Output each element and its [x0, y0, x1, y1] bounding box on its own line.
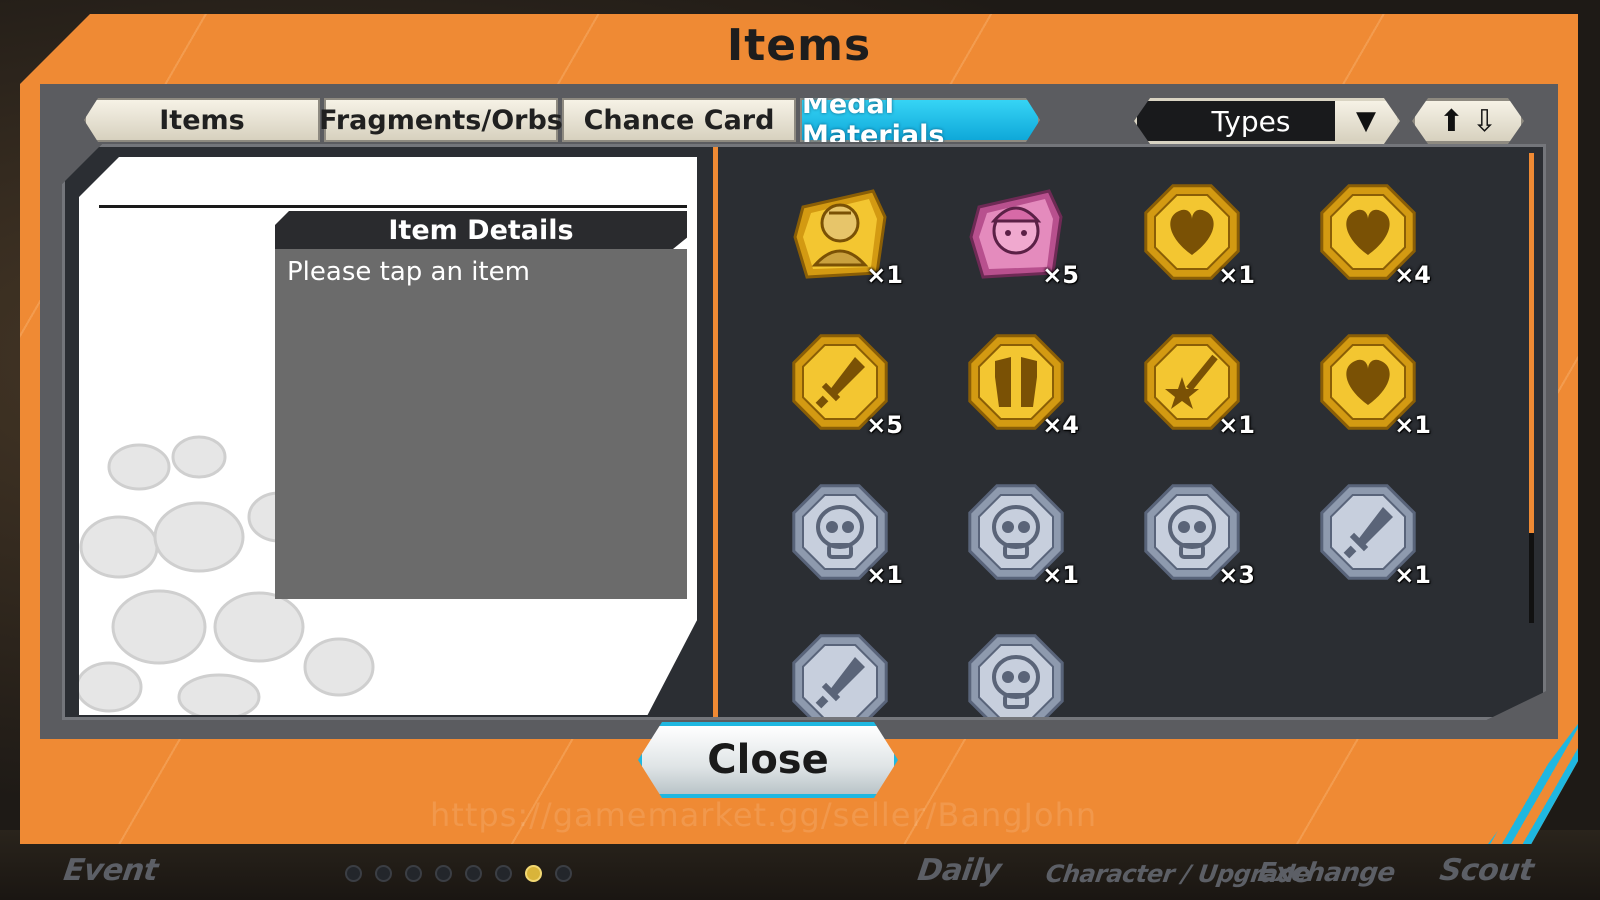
nav-daily[interactable]: Daily — [916, 853, 1004, 888]
medal-material-item[interactable] — [785, 627, 895, 717]
item-count: ×3 — [1218, 561, 1255, 589]
types-filter-dropdown[interactable]: Types ▼ — [1134, 98, 1400, 144]
medal-material-item[interactable]: ×1 — [961, 477, 1079, 589]
page-dot — [375, 865, 392, 882]
item-count: ×4 — [1042, 411, 1079, 439]
medal-material-item[interactable]: ×4 — [1313, 177, 1431, 289]
item-count: ×4 — [1394, 261, 1431, 289]
chevron-down-icon: ▼ — [1335, 101, 1397, 141]
item-details-body: Please tap an item — [275, 249, 687, 599]
detail-divider — [99, 205, 687, 208]
nav-event[interactable]: Event — [62, 853, 161, 888]
item-count: ×5 — [1042, 261, 1079, 289]
content-panel: Item Details Please tap an item ×1 ×5 ×1… — [62, 144, 1546, 720]
arrow-down-icon: ⇩ — [1472, 103, 1498, 139]
tab-chance-card[interactable]: Chance Card — [562, 98, 796, 142]
page-dot — [435, 865, 452, 882]
skull-medal-icon — [968, 634, 1064, 717]
medal-material-item[interactable]: ×1 — [1313, 477, 1431, 589]
item-count: ×5 — [866, 411, 903, 439]
tab-items[interactable]: Items — [84, 98, 320, 142]
medal-material-item[interactable]: ×1 — [1313, 327, 1431, 439]
arrow-up-icon: ⬆ — [1438, 103, 1464, 139]
page-indicator — [345, 865, 572, 882]
panel-divider — [713, 147, 718, 717]
item-count: ×1 — [1042, 561, 1079, 589]
page-dot — [345, 865, 362, 882]
medal-material-item[interactable]: ×3 — [1137, 477, 1255, 589]
page-dot — [405, 865, 422, 882]
item-count: ×1 — [866, 261, 903, 289]
item-count: ×1 — [1394, 411, 1431, 439]
item-details-hint: Please tap an item — [287, 257, 530, 287]
nav-scout[interactable]: Scout — [1438, 853, 1536, 888]
medal-material-item[interactable]: ×1 — [1137, 177, 1255, 289]
sword-medal-icon — [792, 634, 888, 717]
close-button[interactable]: Close — [638, 722, 898, 798]
dialog-title: Items — [726, 20, 872, 71]
item-detail-card: Item Details Please tap an item — [79, 157, 697, 715]
page-dot-active — [525, 865, 542, 882]
sort-order-button[interactable]: ⬆ ⇩ — [1412, 98, 1524, 144]
scroll-thumb[interactable] — [1529, 153, 1534, 533]
watermark-text: https://gamemarket.gg/seller/BangJohn — [430, 796, 1098, 834]
item-count: ×1 — [866, 561, 903, 589]
dialog-body: Items Fragments/Orbs Chance Card Medal M… — [40, 84, 1558, 739]
page-dot — [555, 865, 572, 882]
item-count: ×1 — [1218, 261, 1255, 289]
medal-material-item[interactable]: ×1 — [785, 477, 903, 589]
grid-scrollbar[interactable] — [1529, 153, 1534, 623]
item-count: ×1 — [1394, 561, 1431, 589]
tab-fragments-orbs[interactable]: Fragments/Orbs — [319, 98, 563, 142]
medal-material-item[interactable]: ×5 — [785, 327, 903, 439]
items-dialog: Items Items Fragments/Orbs Chance Card M… — [20, 14, 1578, 844]
nav-exchange[interactable]: Exchange — [1256, 858, 1397, 888]
page-dot — [465, 865, 482, 882]
medal-material-grid: ×1 ×5 ×1 ×4 ×5 ×4 ×1 ×1 ×1 ×1 ×3 ×1 — [785, 177, 1505, 717]
item-count: ×1 — [1218, 411, 1255, 439]
page-dot — [495, 865, 512, 882]
medal-material-item[interactable]: ×5 — [961, 177, 1079, 289]
medal-material-item[interactable] — [961, 627, 1071, 717]
medal-material-item[interactable]: ×1 — [1137, 327, 1255, 439]
tab-bar: Items Fragments/Orbs Chance Card Medal M… — [84, 98, 1040, 142]
medal-material-item[interactable]: ×4 — [961, 327, 1079, 439]
item-details-header: Item Details — [275, 211, 687, 249]
tab-medal-materials[interactable]: Medal Materials — [800, 98, 1040, 142]
types-filter-label: Types — [1211, 104, 1291, 138]
medal-material-item[interactable]: ×1 — [785, 177, 903, 289]
